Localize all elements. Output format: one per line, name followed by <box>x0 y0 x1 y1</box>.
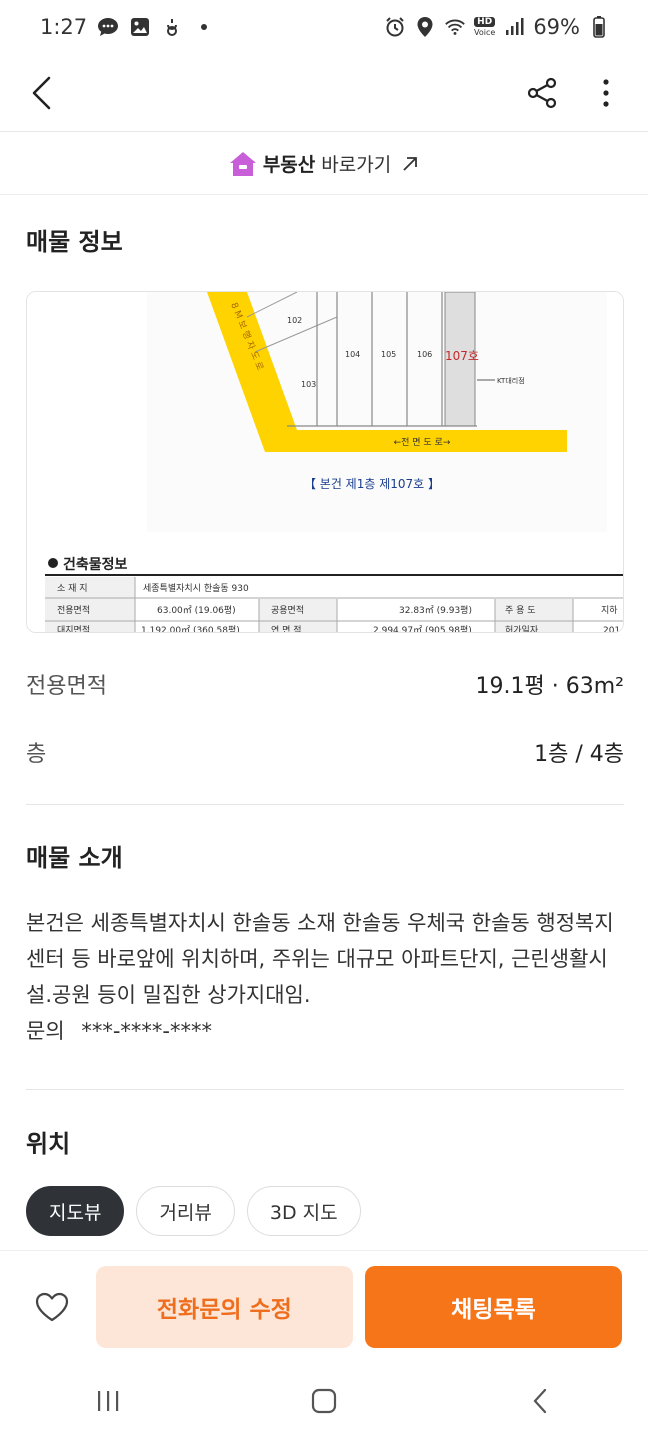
intro-title: 매물 소개 <box>26 844 123 872</box>
road-horizontal-label: ←전 면 도 로→ <box>394 437 451 448</box>
table-cell: 연 면 적 <box>271 624 302 633</box>
contact-value: ***-****-**** <box>81 1019 212 1043</box>
notification-icon <box>161 16 183 38</box>
back-button[interactable] <box>22 73 62 113</box>
listing-image[interactable]: 8 M 보 행 자 도 로 ←전 면 도 로→ 102 103 104 105 … <box>26 291 624 633</box>
table-cell: 201 <box>603 626 620 633</box>
share-icon <box>527 77 557 108</box>
alarm-icon <box>384 16 406 38</box>
table-cell: 공용면적 <box>271 604 304 616</box>
table-cell: 2,994.97㎡ (905.98평) <box>373 625 472 633</box>
detail-label: 전용면적 <box>26 674 107 699</box>
map-view-tabs: 지도뷰 거리뷰 3D 지도 <box>26 1186 361 1236</box>
wifi-icon <box>444 16 466 38</box>
detail-label: 층 <box>26 742 47 767</box>
home-button[interactable] <box>294 1371 354 1431</box>
location-title: 위치 <box>26 1130 71 1158</box>
status-bar: 1:27 HD Voice 69% <box>0 0 648 54</box>
detail-value: 19.1평 · 63m² <box>475 674 624 699</box>
battery-icon <box>588 16 610 38</box>
table-cell: 소 재 지 <box>57 583 88 594</box>
more-menu-button[interactable] <box>586 73 626 113</box>
table-cell: 32.83㎡ (9.93평) <box>399 605 472 616</box>
table-cell: 지하 <box>601 605 618 616</box>
detail-value: 1층 / 4층 <box>534 742 624 767</box>
chat-list-button[interactable]: 채팅목록 <box>364 1265 622 1348</box>
detail-row-floor: 층 1층 / 4층 <box>26 734 624 770</box>
shortcut-label: 바로가기 <box>321 154 392 176</box>
table-cell: 전용면적 <box>57 604 90 616</box>
tab-3d-map[interactable]: 3D 지도 <box>246 1186 361 1236</box>
system-back-button[interactable] <box>510 1371 570 1431</box>
more-vertical-icon <box>603 78 609 107</box>
recent-apps-icon <box>98 1391 119 1411</box>
status-time: 1:27 <box>40 15 88 39</box>
neighbor-label: KT대리점 <box>497 376 525 385</box>
tab-street-view[interactable]: 거리뷰 <box>136 1186 235 1236</box>
intro-contact: 문의 ***-****-**** <box>26 1013 626 1049</box>
real-estate-shortcut[interactable]: 부동산 바로가기 <box>0 133 648 195</box>
table-cell: 대지면적 <box>57 624 90 633</box>
contact-label: 문의 <box>26 1019 65 1043</box>
intro-body-block: 본건은 세종특별자치시 한솔동 소재 한솔동 우체국 한솔동 행정복지센터 등 … <box>26 905 626 1049</box>
lot-102: 102 <box>287 316 302 325</box>
location-icon <box>414 16 436 38</box>
battery-percent: 69% <box>533 15 580 39</box>
chevron-left-icon <box>32 76 51 109</box>
floor-plan-image: 8 M 보 행 자 도 로 ←전 면 도 로→ 102 103 104 105 … <box>27 292 623 633</box>
heart-icon <box>35 1292 69 1321</box>
app-bar <box>0 54 648 132</box>
table-cell: 1,192.00㎡ (360.58평) <box>141 625 240 633</box>
lot-104: 104 <box>345 350 360 359</box>
recent-apps-button[interactable] <box>78 1371 138 1431</box>
highlight-unit-label: 107호 <box>445 349 479 363</box>
hd-voice-badge: HD Voice <box>474 17 496 37</box>
table-title: 건축물정보 <box>63 556 128 573</box>
house-icon <box>229 151 256 176</box>
home-icon <box>311 1388 337 1414</box>
table-cell: 세종특별자치시 한솔동 930 <box>143 582 249 594</box>
intro-body: 본건은 세종특별자치시 한솔동 소재 한솔동 우체국 한솔동 행정복지센터 등 … <box>26 911 614 1007</box>
gallery-icon <box>129 16 151 38</box>
listing-info-title: 매물 정보 <box>26 228 123 256</box>
more-notifications-icon <box>193 16 215 38</box>
lot-105: 105 <box>381 350 396 359</box>
signal-icon <box>503 16 525 38</box>
favorite-button[interactable] <box>26 1281 78 1333</box>
tab-map-view[interactable]: 지도뷰 <box>26 1186 125 1236</box>
bottom-action-bar: 전화문의 수정 채팅목록 <box>0 1250 648 1362</box>
plan-caption: 【 본건 제1층 제107호 】 <box>304 477 440 491</box>
table-cell: 주 용 도 <box>505 605 536 616</box>
back-chevron-icon <box>533 1388 547 1414</box>
table-cell: 63.00㎡ (19.06평) <box>157 605 236 616</box>
divider <box>26 1089 624 1090</box>
lot-103: 103 <box>301 380 316 389</box>
share-button[interactable] <box>522 73 562 113</box>
detail-row-area: 전용면적 19.1평 · 63m² <box>26 666 624 702</box>
divider <box>26 804 624 805</box>
table-cell: 허가일자 <box>505 625 539 633</box>
message-icon <box>97 16 119 38</box>
call-inquiry-edit-button[interactable]: 전화문의 수정 <box>95 1265 353 1348</box>
system-nav-bar <box>0 1362 648 1440</box>
shortcut-brand: 부동산 <box>262 154 316 176</box>
lot-106: 106 <box>417 350 432 359</box>
arrow-up-right-icon <box>403 156 418 171</box>
